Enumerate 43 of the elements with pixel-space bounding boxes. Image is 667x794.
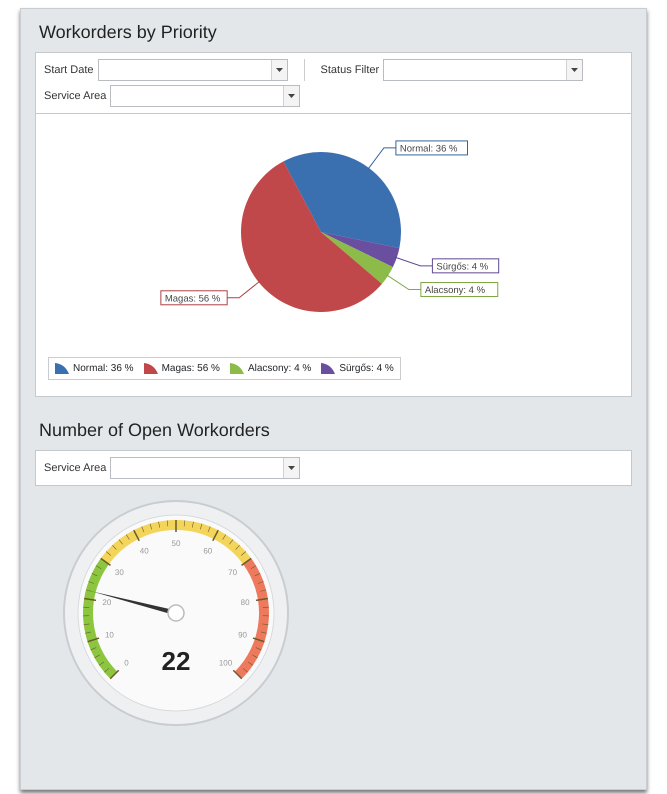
gauge-scale-label: 0 — [124, 658, 129, 668]
leader-line — [226, 280, 261, 298]
gauge-scale-label: 90 — [238, 630, 248, 640]
data-label: Sürgős: 4 % — [436, 261, 489, 272]
leader-line — [394, 256, 433, 266]
dropdown-field[interactable] — [110, 85, 300, 107]
gauge-scale-label: 80 — [240, 598, 250, 608]
data-label: Sürgős: 4 % — [432, 258, 500, 274]
gauge-reading: 22 — [162, 646, 190, 676]
gauge-scale-label: 60 — [203, 546, 212, 556]
data-label: Magas: 56 % — [164, 293, 221, 304]
caret-icon — [276, 68, 283, 72]
gauge-scale-label: 10 — [104, 630, 114, 640]
data-label: Alacsony: 4 % — [424, 284, 486, 296]
leader-line — [367, 147, 396, 170]
legend-label: Sürgős: 4 % — [339, 362, 394, 376]
legend-label: Magas: 56 % — [162, 362, 220, 376]
gauge-scale-label: 20 — [102, 598, 112, 608]
dropdown-field[interactable] — [110, 457, 300, 479]
legend-label: Alacsony: 4 % — [248, 362, 312, 376]
filter-label: Start Date — [44, 62, 94, 78]
panel-title: Number of Open Workorders — [39, 419, 271, 442]
gauge-scale-label: 40 — [140, 546, 149, 556]
panel-title: Workorders by Priority — [39, 21, 218, 44]
dropdown-field[interactable] — [98, 59, 288, 81]
data-label: Normal: 36 % — [395, 140, 468, 156]
caret-icon — [288, 94, 296, 98]
gauge-scale-label: 70 — [228, 568, 238, 577]
leader-line — [386, 274, 422, 290]
gauge-scale-label: 50 — [172, 539, 180, 548]
gauge-scale-label: 30 — [114, 568, 124, 577]
caret-icon — [288, 466, 296, 470]
data-label: Magas: 56 % — [160, 290, 228, 306]
legend-label: Normal: 36 % — [73, 362, 134, 376]
dropdown-field[interactable] — [383, 59, 584, 81]
filter-label: Status Filter — [320, 62, 380, 78]
data-label: Alacsony: 4 % — [420, 282, 498, 297]
caret-icon — [571, 68, 578, 72]
data-label: Normal: 36 % — [400, 143, 458, 154]
filter-label: Service Area — [44, 88, 106, 104]
gauge-scale-label: 100 — [218, 658, 232, 668]
filter-label: Service Area — [44, 460, 106, 476]
gauge-hub — [167, 604, 185, 622]
